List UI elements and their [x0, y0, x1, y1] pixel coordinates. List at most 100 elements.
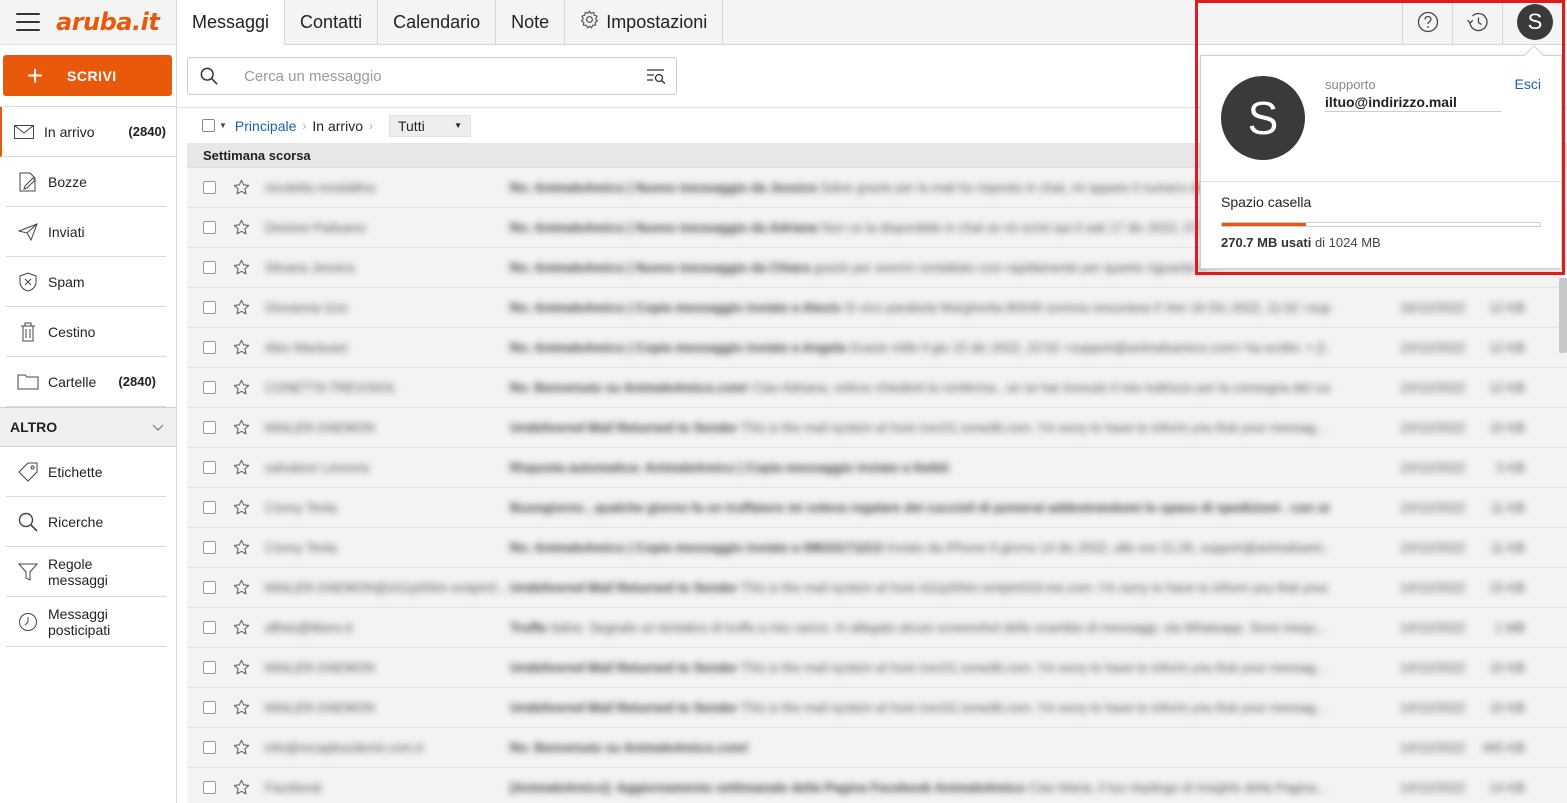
table-row[interactable]: Facebook [AnimaleAmico]: Aggiornamento se… — [187, 768, 1567, 803]
row-checkbox[interactable] — [203, 621, 216, 634]
table-row[interactable]: info@recapbozdemir.com.tr Re: Benvenuto s… — [187, 728, 1567, 768]
breadcrumb-root-link[interactable]: Principale — [235, 118, 296, 134]
row-sender: Giovanna Izzo — [265, 300, 349, 315]
row-checkbox[interactable] — [203, 421, 216, 434]
star-icon[interactable] — [233, 659, 250, 676]
row-sender: Facebook — [265, 780, 323, 795]
table-row[interactable]: MAILER-DAEMON Undelivered Mail Returned t… — [187, 648, 1567, 688]
row-preview: This is the mail system at host mxc01.zo… — [740, 660, 1327, 675]
row-checkbox[interactable] — [203, 301, 216, 314]
altro-item-labels[interactable]: Etichette — [6, 447, 166, 497]
advanced-search-icon[interactable] — [636, 68, 676, 84]
row-sender: MAILER-DAEMON@st11p00im-smtpin0... — [265, 580, 508, 595]
row-sender: Conny Testa — [265, 500, 338, 515]
star-icon[interactable] — [233, 339, 250, 356]
folder-trash[interactable]: Cestino — [6, 307, 166, 357]
table-row[interactable]: MAILER-DAEMON Undelivered Mail Returned t… — [187, 688, 1567, 728]
row-size: 11 KB — [1490, 500, 1525, 515]
folder-inbox[interactable]: In arrivo (2840) — [0, 107, 176, 157]
row-sender: info@recapbozdemir.com.tr — [265, 740, 425, 755]
hamburger-menu-icon[interactable] — [16, 13, 40, 31]
star-icon[interactable] — [233, 419, 250, 436]
select-dropdown-caret-icon[interactable]: ▼ — [219, 121, 227, 130]
logout-link[interactable]: Esci — [1515, 76, 1541, 92]
table-row[interactable]: Conny Testa Buongiorno , qualche giorno f… — [187, 488, 1567, 528]
folder-drafts[interactable]: Bozze — [6, 157, 166, 207]
altro-item-searches[interactable]: Ricerche — [6, 497, 166, 547]
folder-spam[interactable]: Spam — [6, 257, 166, 307]
star-icon[interactable] — [233, 379, 250, 396]
table-row[interactable]: Alex Mantuani Re: AnimaleAmico | Copia me… — [187, 328, 1567, 368]
row-preview: Inviato da iPhone Il giorno 14 dic 2022,… — [886, 540, 1330, 555]
star-icon[interactable] — [233, 259, 250, 276]
row-sender: Desiree Paduano — [265, 220, 366, 235]
star-icon[interactable] — [233, 539, 250, 556]
table-row[interactable]: affoto@libero.it Truffa Salve. Segnalo un… — [187, 608, 1567, 648]
history-icon — [1466, 12, 1488, 32]
table-row[interactable]: salvatore Leonora Risposta automatica: An… — [187, 448, 1567, 488]
message-search — [187, 57, 677, 95]
row-subject-preview: Undelivered Mail Returned to Sender This… — [510, 420, 1330, 435]
star-icon[interactable] — [233, 739, 250, 756]
account-button[interactable]: S — [1502, 0, 1567, 45]
row-subject: Re: AnimaleAmico | Copia messaggio invia… — [510, 540, 883, 555]
altro-section-toggle[interactable]: ALTRO — [0, 407, 176, 447]
tab-note[interactable]: Note — [496, 0, 566, 45]
folder-sent[interactable]: Inviati — [6, 207, 166, 257]
folder-label: Spam — [48, 273, 85, 290]
table-row[interactable]: Giovanna Izzo Re: AnimaleAmico | Copia me… — [187, 288, 1567, 328]
filter-select[interactable]: Tutti ▼ — [388, 114, 471, 137]
history-button[interactable] — [1452, 0, 1502, 45]
aruba-logo[interactable]: aruba.it — [56, 8, 160, 36]
folder-folders[interactable]: Cartelle (2840) — [6, 357, 166, 407]
star-icon[interactable] — [233, 779, 250, 796]
row-preview: This is the mail system at host mxc02.zo… — [740, 700, 1327, 715]
tab-messaggi[interactable]: Messaggi — [177, 0, 286, 45]
table-row[interactable]: MAILER-DAEMON Undelivered Mail Returned t… — [187, 408, 1567, 448]
row-checkbox[interactable] — [203, 341, 216, 354]
star-icon[interactable] — [233, 299, 250, 316]
folder-icon — [16, 372, 40, 392]
row-subject: Undelivered Mail Returned to Sender — [510, 580, 738, 595]
row-sender: Alex Mantuani — [265, 340, 348, 355]
select-all-checkbox[interactable] — [202, 119, 215, 132]
row-checkbox[interactable] — [203, 221, 216, 234]
star-icon[interactable] — [233, 219, 250, 236]
altro-item-label: Messaggi posticipati — [48, 605, 111, 638]
table-row[interactable]: CONETTA TREVISIOL Re: Benvenuto su Animal… — [187, 368, 1567, 408]
tab-calendario[interactable]: Calendario — [378, 0, 497, 45]
altro-item-snoozed[interactable]: Messaggi posticipati — [6, 597, 166, 647]
row-sender: MAILER-DAEMON — [265, 700, 375, 715]
row-size: 10 KB — [1489, 420, 1525, 435]
table-row[interactable]: Conny Testa Re: AnimaleAmico | Copia mess… — [187, 528, 1567, 568]
altro-item-rules[interactable]: Regole messaggi — [6, 547, 166, 597]
table-row[interactable]: MAILER-DAEMON@st11p00im-smtpin0... Undeli… — [187, 568, 1567, 608]
row-checkbox[interactable] — [203, 181, 216, 194]
row-checkbox[interactable] — [203, 501, 216, 514]
row-checkbox[interactable] — [203, 381, 216, 394]
star-icon[interactable] — [233, 699, 250, 716]
star-icon[interactable] — [233, 579, 250, 596]
star-icon[interactable] — [233, 619, 250, 636]
search-input[interactable] — [230, 67, 636, 85]
help-button[interactable] — [1402, 0, 1452, 45]
star-icon[interactable] — [233, 499, 250, 516]
plus-icon: + — [26, 59, 44, 91]
compose-button[interactable]: + SCRIVI — [3, 55, 172, 96]
star-icon[interactable] — [233, 179, 250, 196]
star-icon[interactable] — [233, 459, 250, 476]
tab-label: Messaggi — [192, 11, 270, 32]
scrollbar-thumb[interactable] — [1559, 278, 1567, 353]
row-checkbox[interactable] — [203, 541, 216, 554]
row-checkbox[interactable] — [203, 581, 216, 594]
tab-contatti[interactable]: Contatti — [285, 0, 379, 45]
row-checkbox[interactable] — [203, 661, 216, 674]
row-checkbox[interactable] — [203, 781, 216, 794]
row-checkbox[interactable] — [203, 461, 216, 474]
row-checkbox[interactable] — [203, 701, 216, 714]
quota-title: Spazio casella — [1221, 194, 1312, 210]
row-checkbox[interactable] — [203, 741, 216, 754]
row-checkbox[interactable] — [203, 261, 216, 274]
tab-impostazioni[interactable]: Impostazioni — [565, 0, 724, 45]
row-subject-preview: Risposta automatica: AnimaleAmico | Copi… — [510, 460, 1330, 475]
